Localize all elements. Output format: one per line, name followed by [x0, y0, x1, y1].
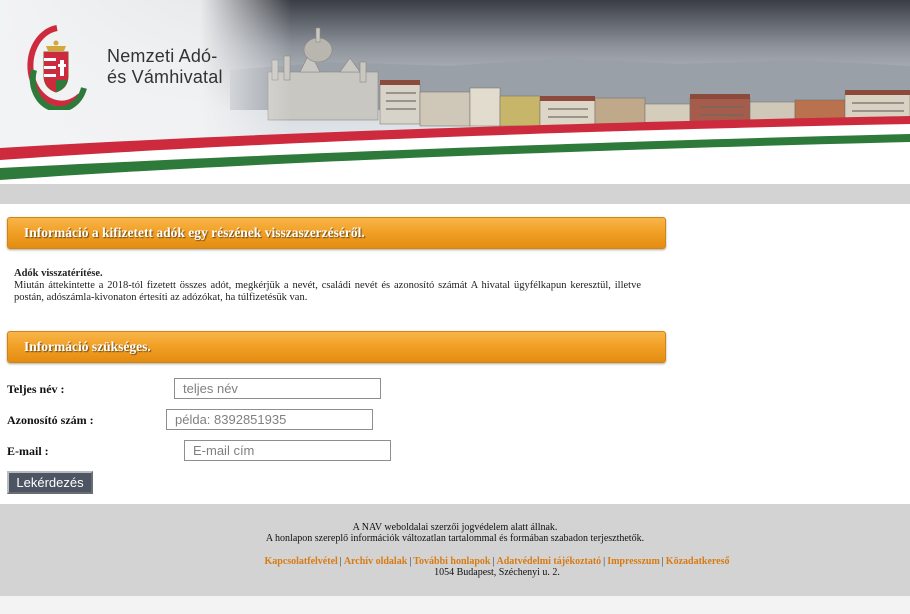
full-name-input[interactable]	[174, 378, 381, 399]
info-section-title: Információ a kifizetett adók egy részéne…	[24, 225, 365, 240]
header-banner: Nemzeti Adó- és Vámhivatal	[0, 0, 910, 184]
logo-line-1: Nemzeti Adó-	[107, 46, 218, 66]
footer-link-contact[interactable]: Kapcsolatfelvétel	[264, 556, 337, 567]
query-submit-button[interactable]: Lekérdezés	[7, 471, 93, 494]
footer: A NAV weboldalai szerzői jogvédelem alat…	[0, 504, 910, 596]
logo-line-2: és Vámhivatal	[107, 67, 223, 87]
id-number-label: Azonosító szám :	[7, 413, 94, 427]
nav-logo-icon	[27, 25, 87, 110]
nav-logo-text: Nemzeti Adó- és Vámhivatal	[107, 46, 223, 88]
footer-link-privacy[interactable]: Adatvédelmi tájékoztató	[496, 556, 601, 567]
footer-address: 1054 Budapest, Széchenyi u. 2.	[434, 567, 560, 578]
info-text: Miután áttekintette a 2018-tól fizetett …	[14, 280, 641, 303]
required-info-title: Információ szükséges.	[24, 339, 151, 354]
footer-links: Kapcsolatfelvétel | Archív oldalak | További…	[0, 556, 910, 567]
id-number-input[interactable]	[166, 409, 373, 430]
info-section-header: Információ a kifizetett adók egy részéne…	[7, 217, 666, 249]
footer-copyright-block: A NAV weboldalai szerzői jogvédelem alat…	[0, 522, 910, 544]
page-bottom-strip	[0, 596, 910, 614]
required-info-header: Információ szükséges.	[7, 331, 666, 363]
footer-link-more-sites[interactable]: További honlapok	[413, 556, 490, 567]
budapest-skyline-image	[0, 0, 910, 184]
footer-link-public-data-search[interactable]: Közadatkereső	[666, 556, 730, 567]
info-title: Adók visszatérítése.	[14, 268, 103, 279]
footer-copyright: A NAV weboldalai szerzői jogvédelem alat…	[352, 522, 558, 533]
info-paragraph: Adók visszatérítése. Miután áttekintette…	[14, 268, 641, 304]
footer-usage-note: A honlapon szereplő információk változat…	[265, 533, 645, 544]
header-divider	[0, 184, 910, 204]
full-name-label: Teljes név :	[7, 382, 65, 396]
email-label: E-mail :	[7, 444, 49, 458]
email-input[interactable]	[184, 440, 391, 461]
footer-link-archive[interactable]: Archív oldalak	[344, 556, 407, 567]
footer-link-imprint[interactable]: Impresszum	[607, 556, 660, 567]
